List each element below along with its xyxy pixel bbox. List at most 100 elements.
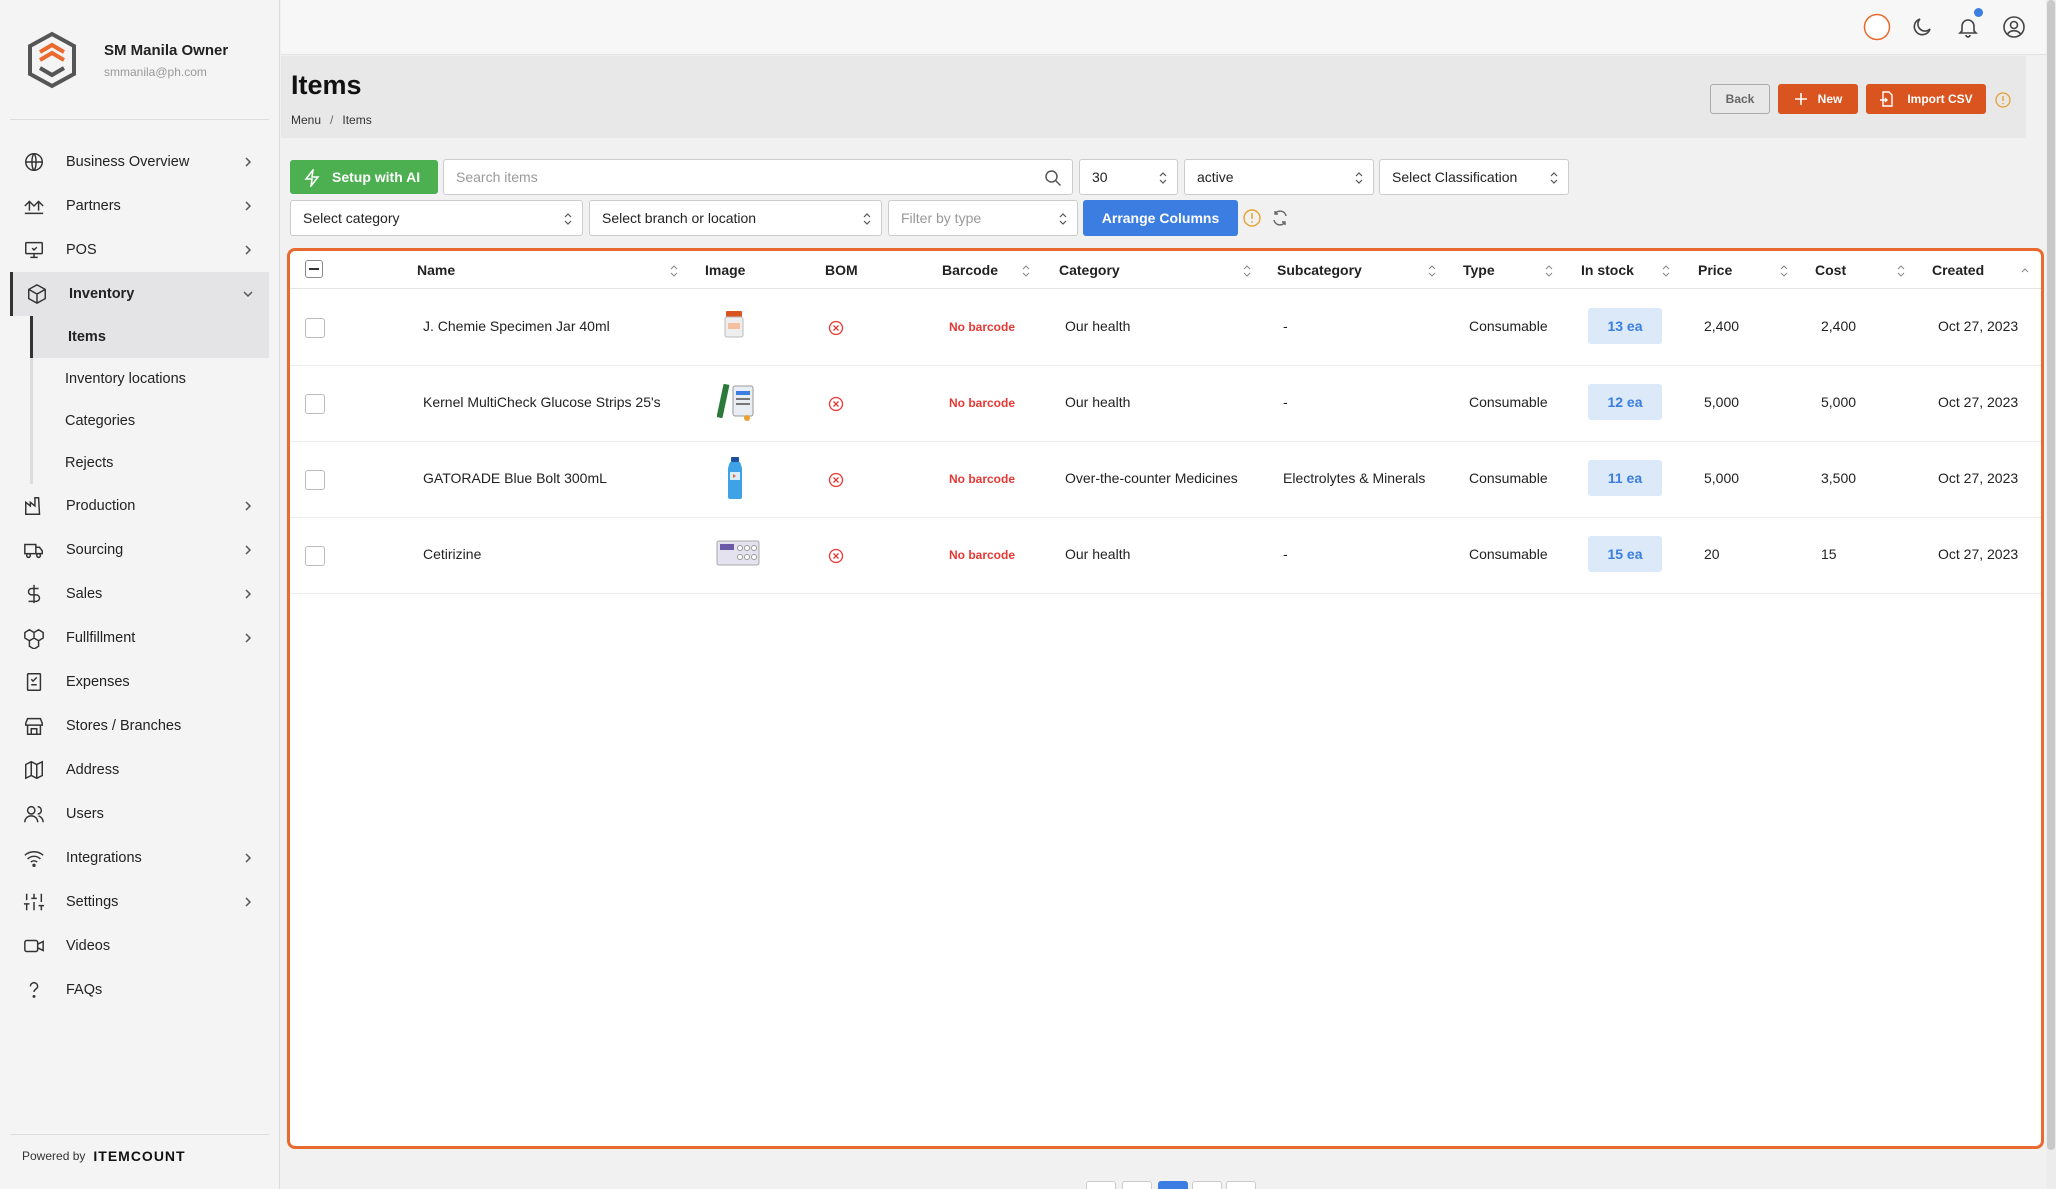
col-cost[interactable]: Cost (1815, 262, 1846, 278)
stock-badge[interactable]: 13 ea (1588, 308, 1662, 344)
breadcrumb-menu[interactable]: Menu (291, 113, 321, 127)
table-row[interactable]: J. Chemie Specimen Jar 40ml No barcode O… (290, 290, 2041, 366)
blister-image (716, 540, 760, 566)
stock-badge[interactable]: 11 ea (1588, 460, 1662, 496)
cell-price: 5,000 (1704, 470, 1740, 486)
moon-icon[interactable] (1908, 13, 1936, 41)
back-button[interactable]: Back (1710, 84, 1770, 114)
search-icon (1045, 170, 1062, 187)
nav-fullfillment[interactable]: Fullfillment (10, 616, 269, 660)
nav-faqs[interactable]: FAQs (10, 968, 269, 1012)
divider (10, 1134, 269, 1135)
table-row[interactable]: GATORADE Blue Bolt 300mL No barcode Over… (290, 442, 2041, 518)
nav-inventory[interactable]: Inventory (10, 272, 269, 316)
nav-label: Integrations (66, 850, 142, 866)
page-size-select[interactable]: 30 (1079, 159, 1178, 195)
pagination-page[interactable] (1192, 1181, 1222, 1189)
boxes-icon (21, 625, 47, 651)
col-type[interactable]: Type (1463, 262, 1495, 278)
nav-integrations[interactable]: Integrations (10, 836, 269, 880)
col-in-stock[interactable]: In stock (1581, 262, 1634, 278)
chevron-right-icon (245, 589, 252, 599)
col-category[interactable]: Category (1059, 262, 1120, 278)
plus-icon (1794, 93, 1807, 105)
nav-sales[interactable]: Sales (10, 572, 269, 616)
video-icon (21, 933, 47, 959)
branch-select[interactable]: Select branch or location (589, 200, 882, 236)
pagination-current[interactable] (1158, 1181, 1188, 1189)
bell-icon[interactable] (1954, 8, 1983, 41)
stock-badge[interactable]: 15 ea (1588, 536, 1662, 572)
setup-with-ai-button[interactable]: Setup with AI (290, 160, 438, 194)
sort-icon[interactable] (1243, 265, 1251, 277)
chevron-right-icon (245, 545, 252, 555)
nav-production[interactable]: Production (10, 484, 269, 528)
cell-type: Consumable (1469, 318, 1548, 334)
select-all-checkbox[interactable] (305, 260, 323, 278)
sort-icon[interactable] (1662, 265, 1670, 277)
row-checkbox[interactable] (305, 470, 325, 490)
sort-icon[interactable] (1428, 265, 1436, 277)
nav-address[interactable]: Address (10, 748, 269, 792)
cell-price: 5,000 (1704, 394, 1740, 410)
subnav-items[interactable]: Items (30, 316, 269, 358)
nav-expenses[interactable]: Expenses (10, 660, 269, 704)
pos-icon (21, 237, 47, 263)
subnav-categories[interactable]: Categories (33, 400, 269, 442)
table-header: Name Image BOM Barcode Category Subcateg… (290, 251, 2041, 289)
jar-image (724, 311, 744, 338)
classification-value: Select Classification (1392, 169, 1518, 185)
itemcount-logo (28, 31, 76, 89)
breadcrumb-items[interactable]: Items (342, 113, 371, 127)
nav-users[interactable]: Users (10, 792, 269, 836)
sort-icon[interactable] (1897, 265, 1905, 277)
arrange-columns-button[interactable]: Arrange Columns (1083, 200, 1238, 236)
nav-settings[interactable]: Settings (10, 880, 269, 924)
sort-asc-icon[interactable] (2021, 265, 2029, 277)
nav-stores-branches[interactable]: Stores / Branches (10, 704, 269, 748)
stock-badge[interactable]: 12 ea (1588, 384, 1662, 420)
col-price[interactable]: Price (1698, 262, 1732, 278)
nav-pos[interactable]: POS (10, 228, 269, 272)
table-row[interactable]: Cetirizine No barcode Our health - Consu… (290, 518, 2041, 594)
scrollbar-thumb[interactable] (2047, 0, 2055, 1150)
pagination-page[interactable] (1122, 1181, 1152, 1189)
cell-category: Our health (1065, 318, 1131, 334)
category-select[interactable]: Select category (290, 200, 583, 236)
col-subcategory[interactable]: Subcategory (1277, 262, 1362, 278)
pagination-next[interactable] (1226, 1181, 1256, 1189)
nav-sourcing[interactable]: Sourcing (10, 528, 269, 572)
classification-select[interactable]: Select Classification (1379, 159, 1569, 195)
col-name[interactable]: Name (417, 262, 455, 278)
status-select[interactable]: active (1184, 159, 1374, 195)
no-bom-icon (828, 320, 844, 336)
sort-icon[interactable] (670, 265, 678, 277)
new-button[interactable]: New (1778, 84, 1858, 114)
user-profile-icon[interactable] (2000, 13, 2028, 41)
nav-partners[interactable]: Partners (10, 184, 269, 228)
status-circle-icon[interactable] (1863, 13, 1891, 41)
row-checkbox[interactable] (305, 318, 325, 338)
info-icon[interactable] (1995, 92, 2011, 108)
import-csv-button[interactable]: Import CSV (1866, 84, 1986, 114)
subnav-rejects[interactable]: Rejects (33, 442, 269, 484)
search-input[interactable]: Search items (443, 159, 1073, 195)
nav-business-overview[interactable]: Business Overview (10, 140, 269, 184)
pagination-prev[interactable] (1086, 1181, 1116, 1189)
nav-videos[interactable]: Videos (10, 924, 269, 968)
cell-cost: 3,500 (1821, 470, 1857, 486)
inventory-subnav: Items Inventory locations Categories Rej… (30, 316, 269, 484)
row-checkbox[interactable] (305, 546, 325, 566)
col-created[interactable]: Created (1932, 262, 1984, 278)
table-row[interactable]: Kernel MultiCheck Glucose Strips 25's No… (290, 366, 2041, 442)
col-barcode[interactable]: Barcode (942, 262, 998, 278)
row-checkbox[interactable] (305, 394, 325, 414)
info-icon[interactable] (1242, 208, 1262, 228)
refresh-icon[interactable] (1270, 208, 1290, 228)
cell-subcategory: Electrolytes & Minerals (1283, 470, 1426, 486)
type-select[interactable]: Filter by type (888, 200, 1078, 236)
sort-icon[interactable] (1780, 265, 1788, 277)
subnav-inventory-locations[interactable]: Inventory locations (33, 358, 269, 400)
sort-icon[interactable] (1022, 265, 1030, 277)
sort-icon[interactable] (1545, 265, 1553, 277)
